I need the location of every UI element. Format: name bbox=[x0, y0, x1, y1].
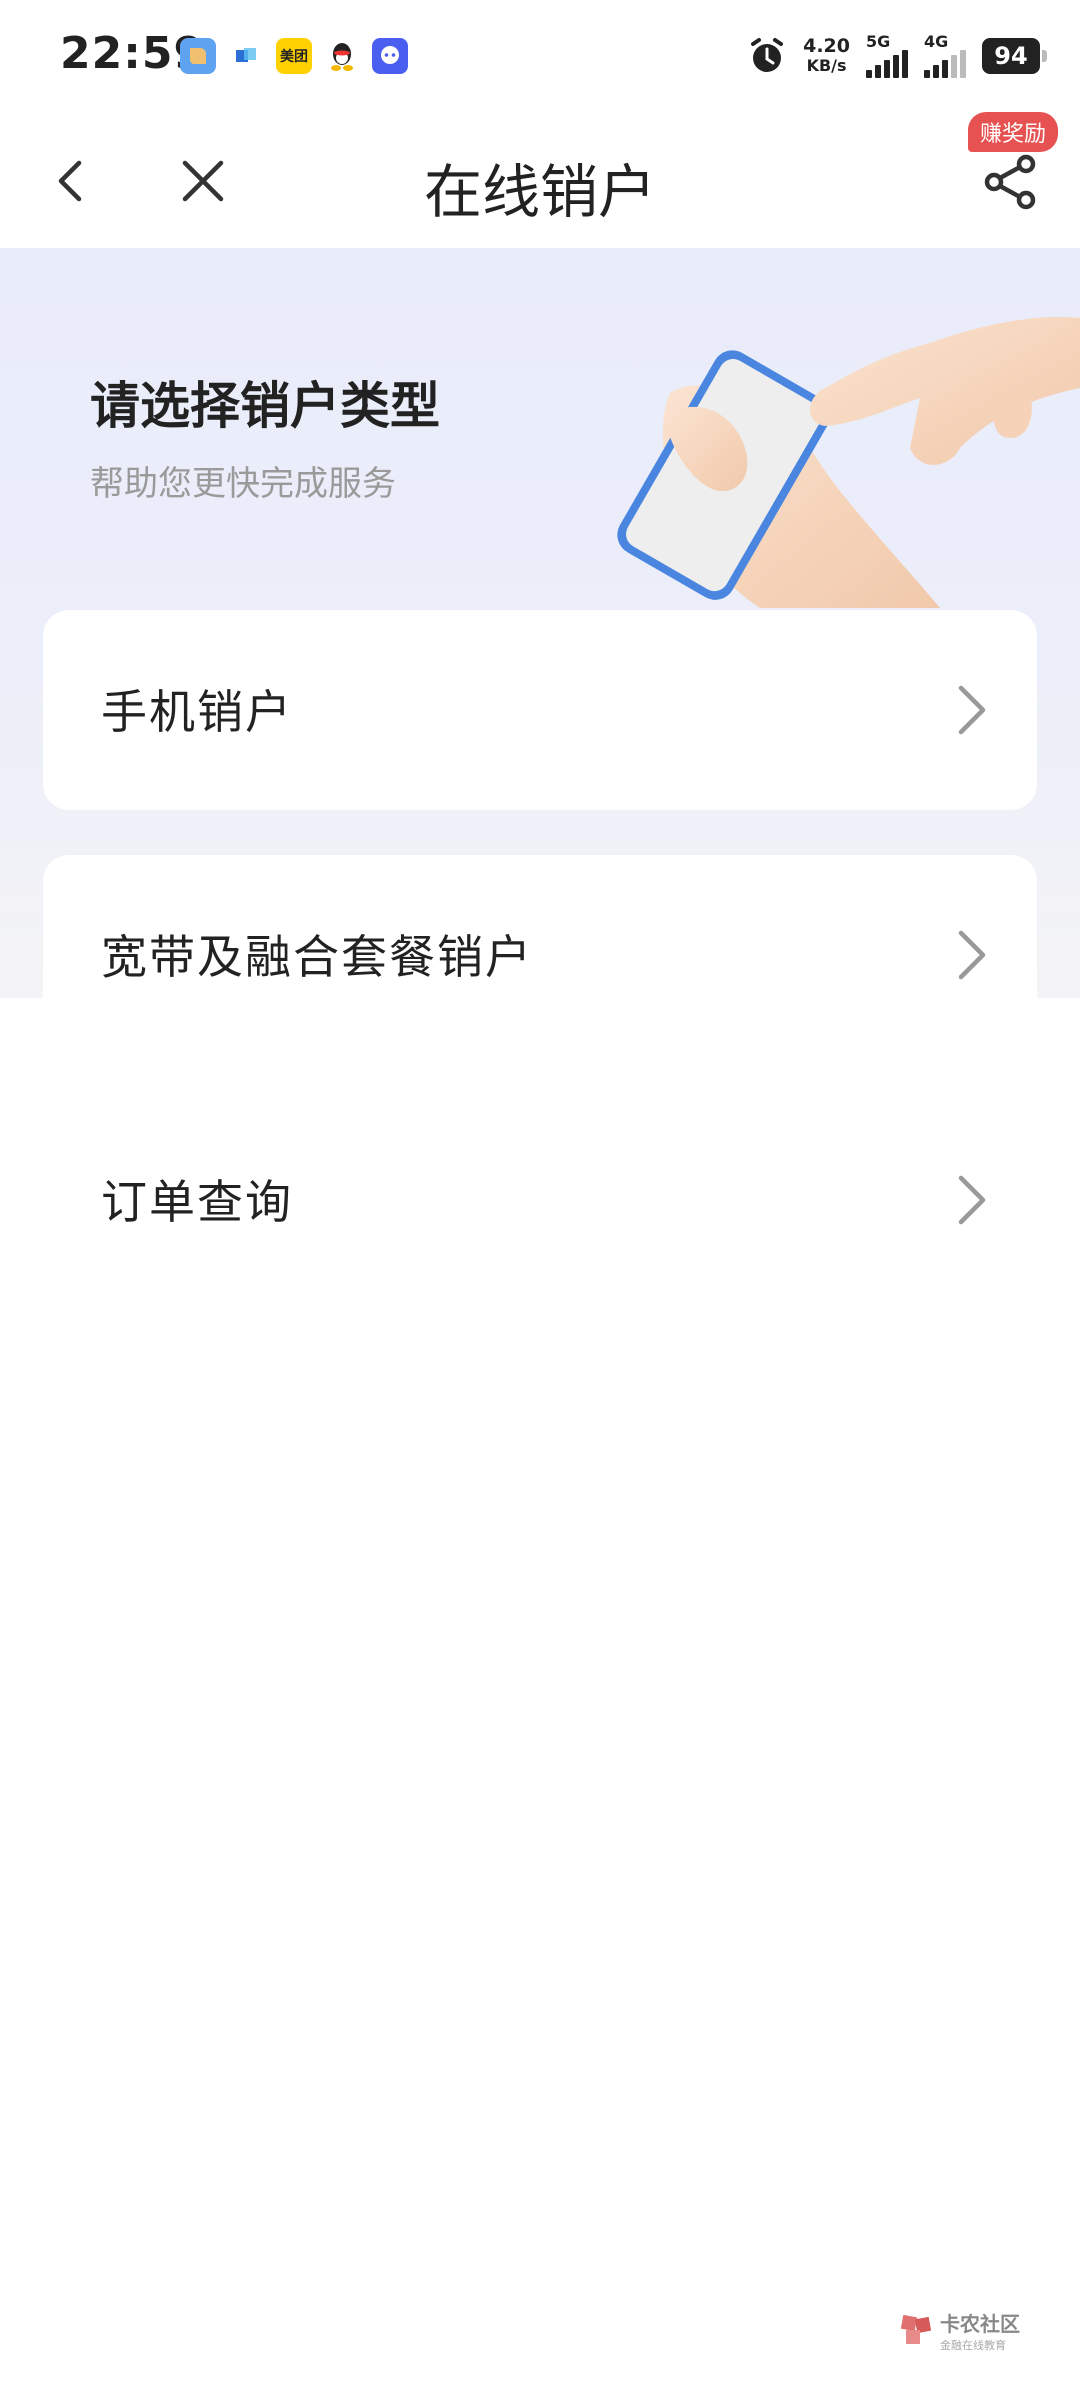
speed-unit: KB/s bbox=[806, 56, 847, 75]
meituan-icon: 美团 bbox=[276, 38, 312, 74]
sim1-label: 5G bbox=[866, 32, 891, 51]
watermark-title: 卡农社区 bbox=[940, 2312, 1020, 2336]
watermark: 卡农社区 金融在线教育 bbox=[900, 2308, 1020, 2353]
app-cube-icon bbox=[228, 38, 264, 74]
menu-item-label: 宽带及融合套餐销户 bbox=[101, 930, 533, 984]
status-right: 4.20 KB/s 5G 4G 94 bbox=[747, 34, 1047, 78]
watermark-logo-icon bbox=[900, 2314, 932, 2344]
battery-indicator: 94 bbox=[982, 38, 1047, 74]
speed-value: 4.20 bbox=[803, 35, 850, 57]
network-speed: 4.20 KB/s bbox=[803, 36, 850, 76]
page-title: 在线销户 bbox=[423, 158, 656, 226]
chevron-right-icon bbox=[958, 1175, 986, 1225]
alarm-icon bbox=[751, 38, 784, 72]
watermark-subtitle: 金融在线教育 bbox=[940, 2339, 1006, 2352]
sim2-label: 4G bbox=[924, 32, 949, 51]
app-blue-icon bbox=[180, 38, 216, 74]
signal-4g: 4G bbox=[924, 34, 966, 78]
signal-bars-icon bbox=[924, 50, 966, 78]
chat-app-icon bbox=[372, 38, 408, 74]
hero-title: 请选择销户类型 bbox=[90, 377, 440, 435]
qq-icon bbox=[324, 38, 360, 74]
hero-subtitle: 帮助您更快完成服务 bbox=[90, 464, 396, 504]
menu-item-broadband-cancel[interactable]: 宽带及融合套餐销户 bbox=[43, 855, 1037, 1055]
status-bar: 22:59 美团 4.20 KB/s 5G 4G 94 bbox=[0, 0, 1080, 115]
hand-phone-illustration bbox=[617, 317, 1080, 608]
chevron-right-icon bbox=[958, 685, 986, 735]
notification-icons: 美团 bbox=[180, 38, 408, 74]
menu-item-order-query[interactable]: 订单查询 bbox=[43, 1100, 1037, 1300]
signal-bars-icon bbox=[866, 50, 908, 78]
menu-item-label: 订单查询 bbox=[101, 1175, 293, 1229]
menu-item-mobile-cancel[interactable]: 手机销户 bbox=[43, 610, 1037, 810]
nav-bar: 在线销户 赚奖励 bbox=[0, 112, 1080, 248]
share-icon[interactable] bbox=[978, 150, 1042, 214]
reward-badge[interactable]: 赚奖励 bbox=[967, 112, 1058, 152]
chevron-right-icon bbox=[958, 930, 986, 980]
signal-5g: 5G bbox=[866, 34, 908, 78]
menu-item-label: 手机销户 bbox=[101, 685, 293, 739]
